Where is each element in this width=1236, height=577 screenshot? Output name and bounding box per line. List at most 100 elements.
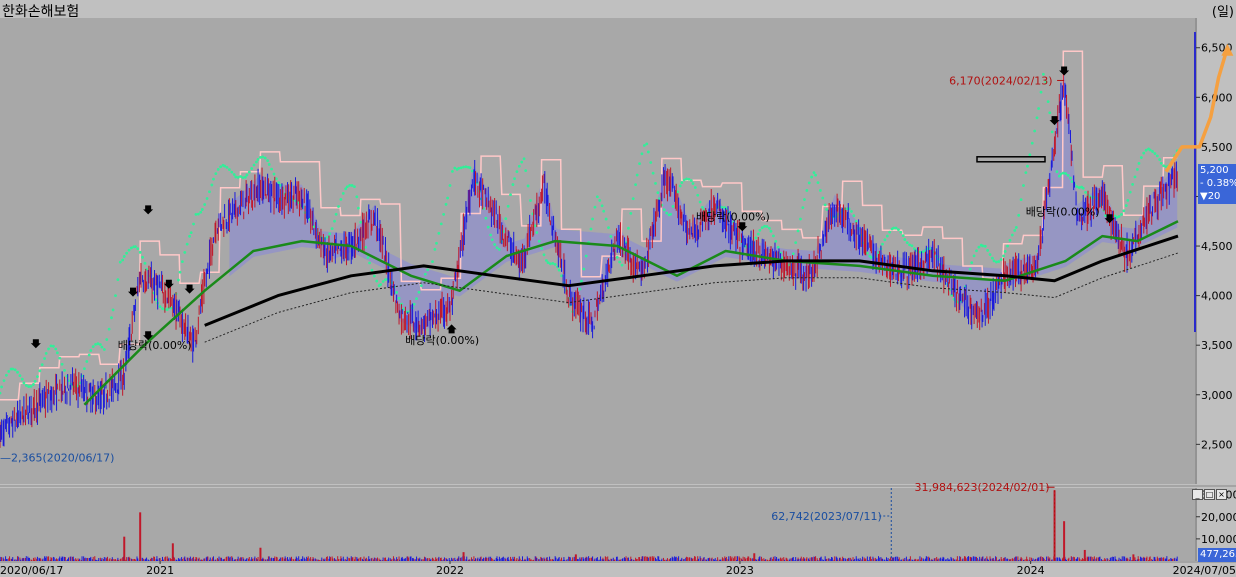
signal-dot [1028, 153, 1032, 157]
signal-dot [642, 144, 646, 147]
volume-pane-restore-button[interactable]: □ [1204, 489, 1215, 500]
signal-dot [881, 242, 884, 246]
dividend-annotation: 배당락(0.00%) [118, 339, 192, 352]
signal-dot [1046, 100, 1050, 103]
signal-dot [821, 196, 825, 200]
signal-dot [662, 208, 666, 212]
signal-dot [805, 189, 809, 192]
signal-dot [94, 342, 97, 346]
signal-dot [36, 375, 39, 378]
signal-dot [629, 211, 633, 215]
signal-dot [768, 226, 771, 230]
signal-dot [270, 167, 274, 171]
signal-dot [161, 307, 164, 311]
signal-dot [600, 204, 604, 208]
signal-dot [823, 203, 827, 207]
signal-dot [143, 261, 147, 265]
signal-dot [89, 349, 93, 352]
signal-dot [266, 159, 270, 162]
date-tick-label: 2024/07/05 [1173, 564, 1236, 577]
signal-dot [1137, 162, 1141, 165]
signal-dot [130, 246, 133, 250]
signal-dot [375, 279, 379, 283]
signal-dot [1151, 150, 1154, 153]
signal-dot [921, 250, 925, 254]
signal-dot [431, 260, 434, 264]
signal-dot [464, 165, 468, 169]
signal-dot [29, 384, 33, 388]
signal-dot [368, 261, 371, 265]
signal-dot [977, 245, 981, 249]
volume-pane-minimize-button[interactable]: _ [1192, 489, 1203, 500]
signal-dot [638, 162, 641, 165]
signal-dot [1003, 250, 1007, 253]
signal-dot [981, 244, 985, 248]
signal-dot [970, 261, 974, 264]
volume-pane-close-button[interactable]: × [1216, 489, 1227, 500]
signal-dot [807, 181, 811, 185]
signal-dot [384, 278, 387, 281]
signal-dot [589, 227, 593, 231]
signal-dot [991, 256, 994, 260]
signal-dot [814, 173, 817, 177]
signal-dot [646, 150, 650, 154]
signal-dot [645, 142, 649, 146]
signal-dot [328, 232, 332, 236]
signal-dot [696, 193, 700, 197]
signal-dot [426, 268, 430, 272]
signal-dot [100, 345, 104, 349]
signal-dot [105, 338, 109, 341]
price-tick-label: 3,000 [1201, 389, 1233, 402]
signal-dot [975, 249, 978, 253]
signal-dot [760, 226, 764, 230]
signal-dot [230, 170, 234, 174]
signal-dot [212, 177, 215, 181]
volume-pane [0, 488, 1195, 561]
signal-dot [865, 251, 869, 255]
signal-dot [1124, 204, 1128, 207]
signal-dot [812, 171, 816, 175]
signal-dot [459, 166, 463, 170]
chart-svg[interactable]: 2,5003,0003,5004,0004,5005,0005,5006,000… [0, 0, 1236, 577]
signal-dot [419, 284, 423, 288]
signal-dot [20, 377, 24, 381]
signal-dot [188, 234, 191, 238]
signal-dot [1026, 164, 1029, 168]
signal-dot [548, 262, 552, 266]
signal-dot [758, 228, 762, 232]
stock-chart[interactable]: 한화손해보험 (일) 2,5003,0003,5004,0004,5005,00… [0, 0, 1236, 577]
signal-dot [337, 205, 340, 208]
signal-dot [13, 368, 17, 372]
signal-dot [158, 305, 162, 309]
signal-dot [497, 248, 501, 251]
signal-dot [216, 167, 220, 171]
current-price-badge: 5,200 [1198, 164, 1236, 178]
signal-dot [85, 360, 89, 363]
signal-dot [1153, 152, 1157, 155]
signal-dot [110, 316, 113, 320]
signal-dot [239, 175, 242, 178]
signal-dot [214, 172, 218, 176]
signal-dot [754, 236, 758, 240]
signal-dot [615, 255, 619, 259]
signal-dot [47, 347, 50, 351]
signal-dot [680, 181, 684, 185]
signal-dot [247, 170, 251, 174]
signal-dot [122, 255, 126, 258]
signal-dot [98, 343, 102, 346]
signal-dot [1155, 154, 1159, 158]
signal-dot [2, 379, 6, 383]
signal-dot [995, 260, 998, 264]
signal-dot [1002, 254, 1005, 258]
signal-dot [495, 246, 499, 250]
volume-low-annotation: 62,742(2023/07/11) [771, 510, 881, 523]
signal-dot [178, 270, 182, 274]
signal-dot [91, 345, 95, 349]
dividend-annotation: 배당락(0.00%) [696, 210, 770, 223]
signal-dot [511, 183, 515, 186]
signal-dot [333, 219, 336, 223]
signal-dot [1017, 213, 1021, 217]
signal-dot [121, 258, 125, 262]
signal-dot [83, 367, 86, 371]
signal-dot [1135, 168, 1139, 171]
